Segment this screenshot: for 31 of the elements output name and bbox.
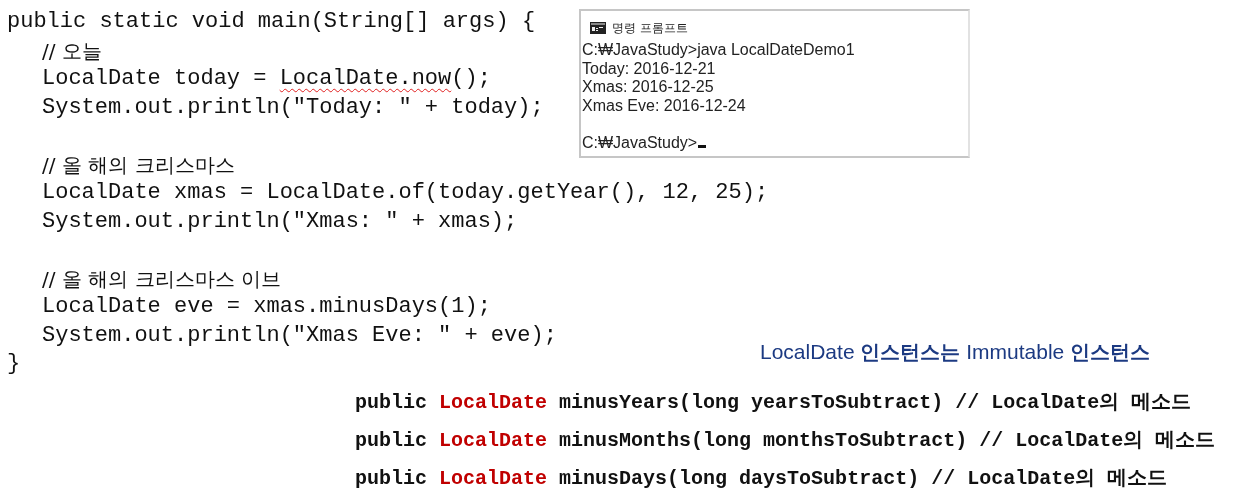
code-keyword: public (355, 428, 427, 452)
code-line: LocalDate xmas = LocalDate.of(today.getYear(), 12, 25); (42, 180, 769, 205)
console-output: Xmas: 2016-12-25 (582, 78, 714, 97)
console-output: Xmas Eve: 2016-12-24 (582, 96, 746, 115)
return-type: LocalDate (439, 390, 548, 414)
code-line: LocalDate eve = xmas.minusDays(1); (42, 294, 491, 319)
method-signature: minusMonths(long monthsToSubtract) // LocalDate의 메소드 (559, 428, 1216, 452)
code-line: public static void main(String[] args) { (7, 9, 536, 34)
code-keyword: public (355, 466, 427, 490)
method-signature: minusYears(long yearsToSubtract) // LocalDate의 메소드 (559, 390, 1192, 414)
return-type: LocalDate (439, 466, 548, 490)
method-signature: minusDays(long daysToSubtract) // LocalDate의 메소드 (559, 466, 1168, 490)
console-output: Today: 2016-12-21 (582, 59, 716, 78)
terminal-icon (590, 22, 606, 34)
code-text: LocalDate today = (42, 66, 268, 91)
code-keyword: public (355, 390, 427, 414)
return-type: LocalDate (439, 428, 548, 452)
window-title: 명령 프롬프트 (612, 19, 688, 37)
misspelled-code: LocalDate.now (279, 66, 452, 91)
console-prompt: C:₩JavaStudy> (582, 133, 698, 152)
text-cursor (698, 145, 707, 148)
code-comment: // 올 해의 크리스마스 (42, 152, 235, 177)
console-output: C:₩JavaStudy>java LocalDateDemo1 (582, 41, 855, 60)
code-line: System.out.println("Xmas: " + xmas); (42, 208, 518, 234)
code-line: System.out.println("Xmas Eve: " + eve); (42, 322, 557, 348)
code-line: } (7, 351, 21, 376)
code-text: (); (451, 66, 491, 91)
code-line: System.out.println("Today: " + today); (42, 94, 544, 120)
code-comment: // 오늘 (42, 38, 102, 63)
caption: LocalDate 인스턴스는 Immutable 인스턴스 (760, 338, 1152, 366)
code-comment: // 올 해의 크리스마스 이브 (42, 266, 281, 291)
